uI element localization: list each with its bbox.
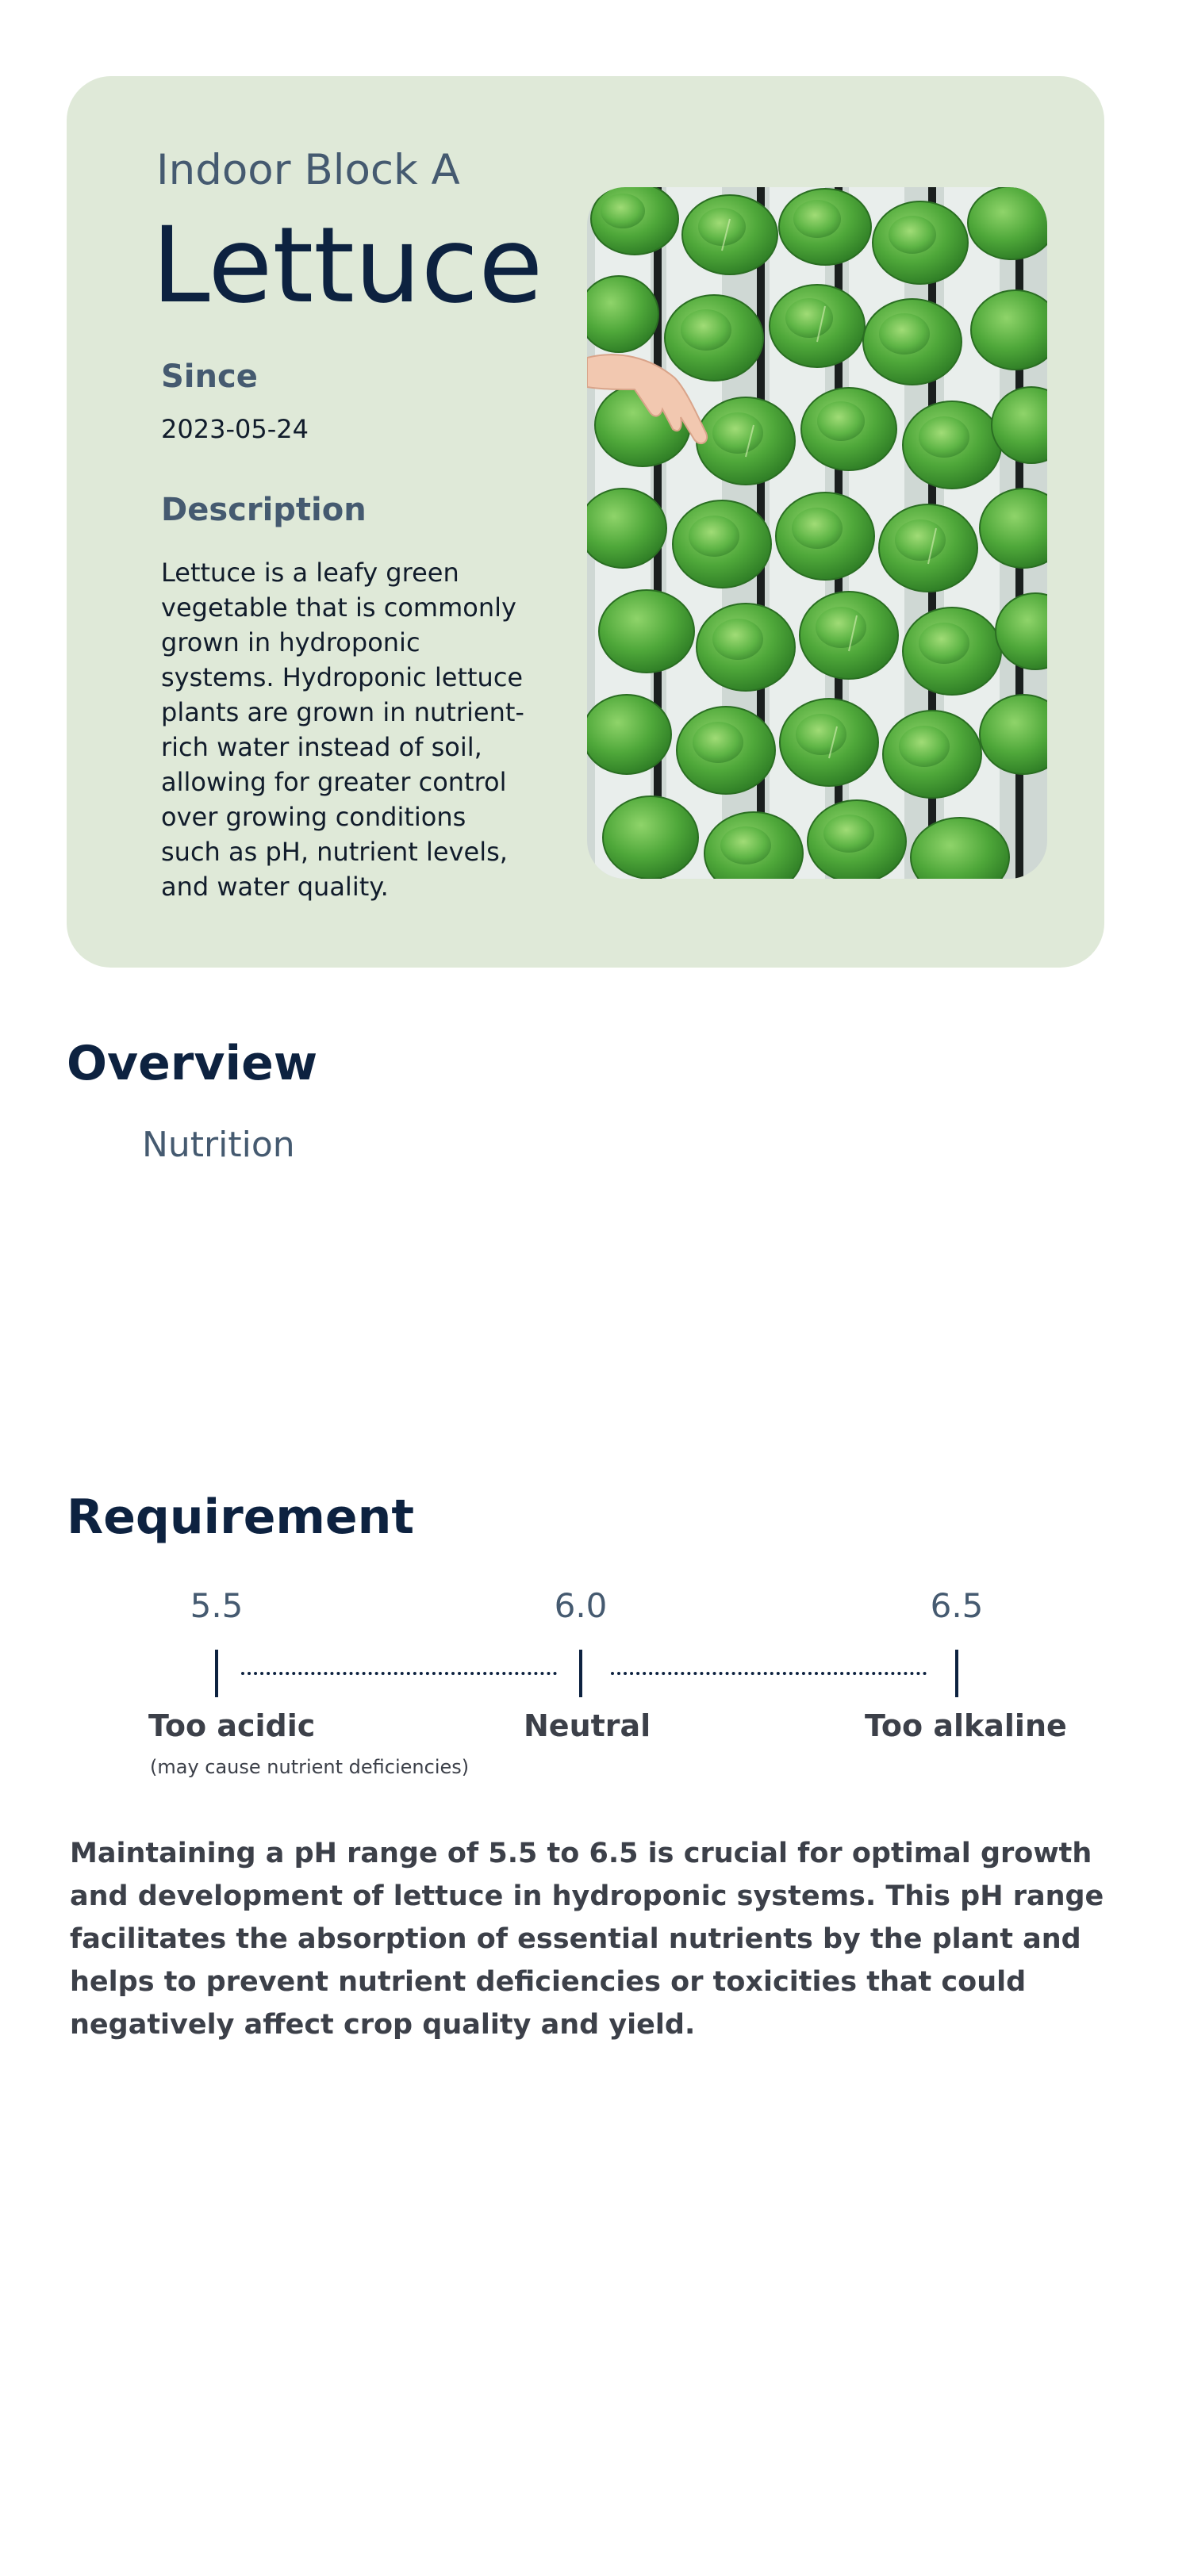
since-label: Since: [161, 358, 258, 395]
requirement-heading: Requirement: [67, 1489, 415, 1545]
nutrition-subheading: Nutrition: [142, 1125, 295, 1165]
ph-scale-segment-right: [611, 1672, 927, 1675]
ph-zone-neutral: Neutral: [524, 1708, 651, 1743]
ph-acidic-note: (may cause nutrient deficiencies): [150, 1756, 470, 1778]
ph-scale-segment-left: [241, 1672, 557, 1675]
ph-value-low: 5.5: [190, 1586, 244, 1625]
since-date: 2023-05-24: [161, 414, 309, 444]
ph-value-high: 6.5: [930, 1586, 984, 1625]
lettuce-photo: [587, 187, 1047, 879]
description-text: Lettuce is a leafy green vegetable that …: [161, 558, 524, 902]
overview-heading: Overview: [67, 1036, 318, 1091]
ph-tick-low: [215, 1650, 218, 1697]
plant-name-title: Lettuce: [152, 205, 543, 327]
ph-zone-acidic: Too acidic: [148, 1708, 316, 1743]
ph-tick-high: [955, 1650, 958, 1697]
location-label: Indoor Block A: [156, 146, 460, 194]
ph-zone-alkaline: Too alkaline: [865, 1708, 1067, 1743]
plant-info-card: Indoor Block A Lettuce Since 2023-05-24 …: [67, 76, 1104, 968]
ph-tick-neutral: [579, 1650, 582, 1697]
requirement-description: Maintaining a pH range of 5.5 to 6.5 is …: [70, 1838, 1104, 2041]
ph-value-neutral: 6.0: [554, 1586, 608, 1625]
description-label: Description: [161, 492, 367, 528]
